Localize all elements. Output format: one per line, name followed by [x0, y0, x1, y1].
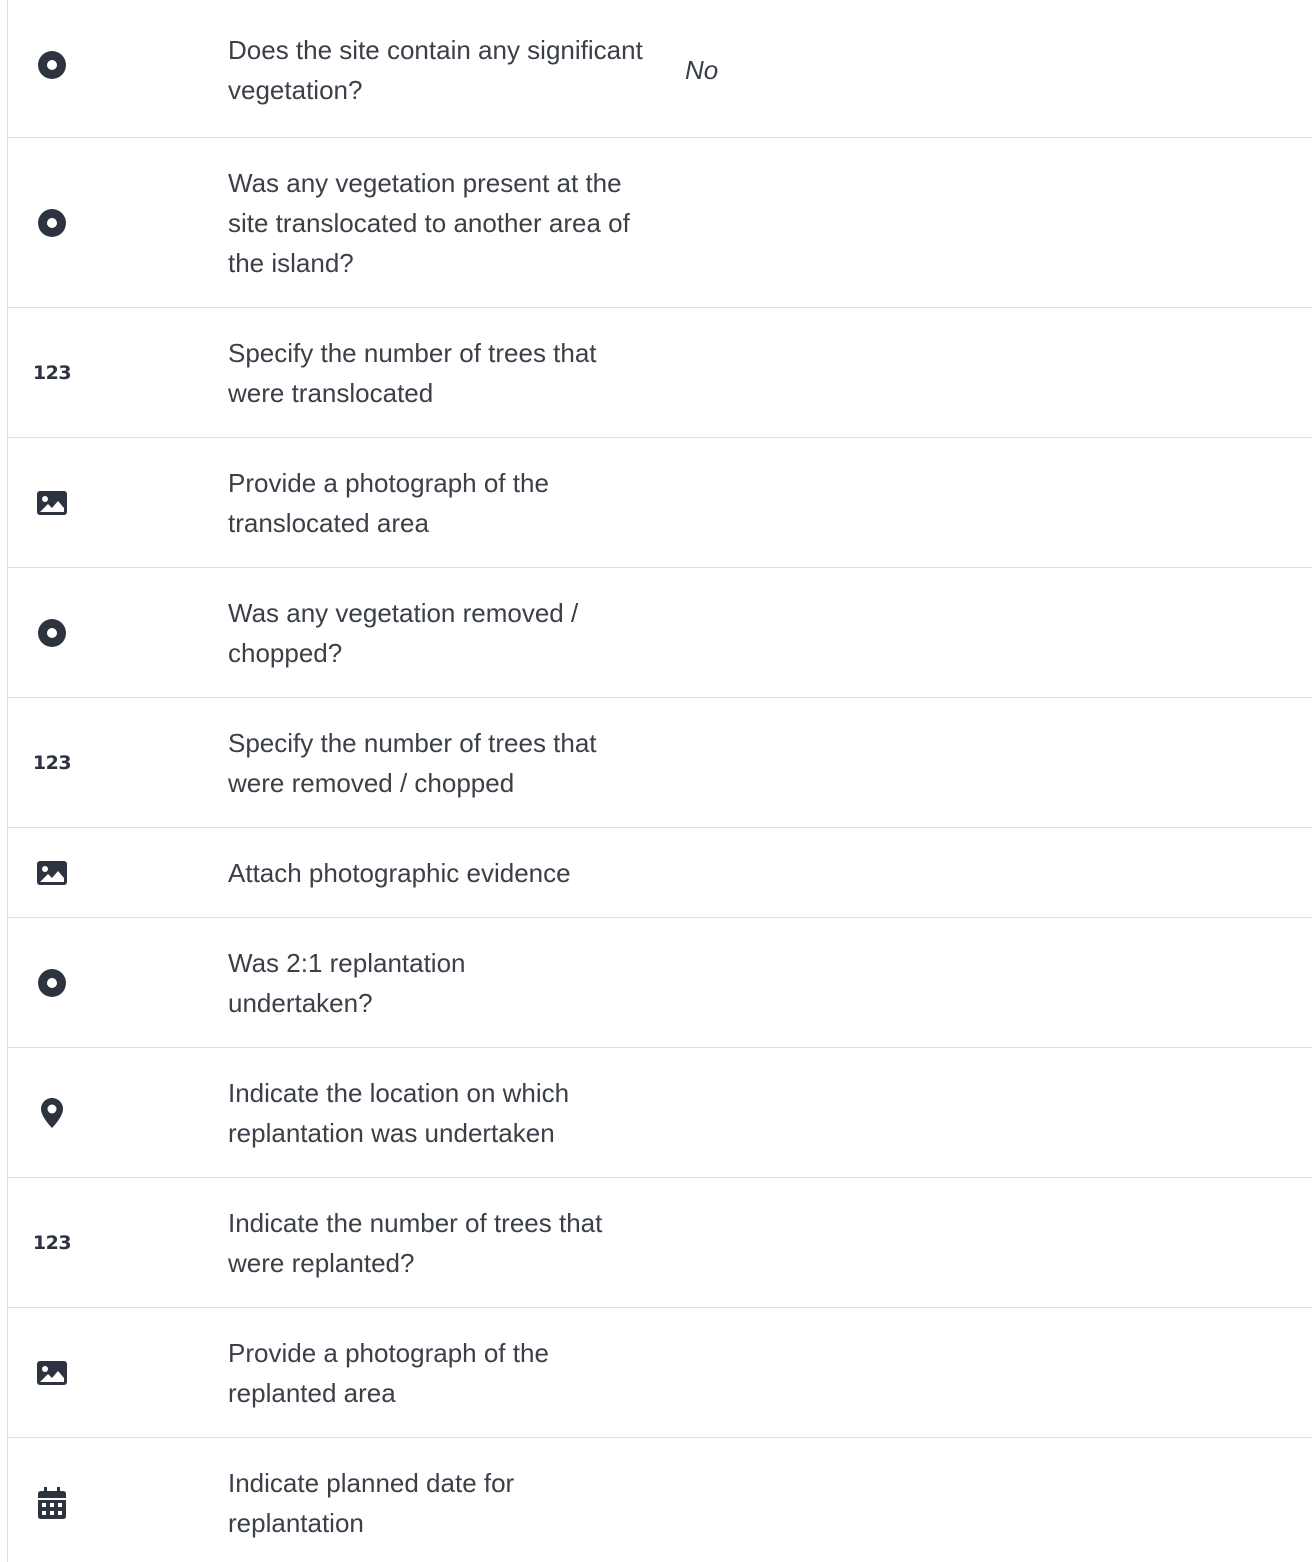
image-icon	[8, 1360, 96, 1386]
question-text: Was any vegetation present at the site t…	[228, 168, 630, 278]
table-row: 123 Specify the number of trees that wer…	[8, 698, 1312, 828]
question-text: Specify the number of trees that were re…	[228, 728, 597, 798]
table-row: Was 2:1 replantation undertaken?	[8, 918, 1312, 1048]
question-text: Does the site contain any significant ve…	[228, 35, 643, 105]
table-row: Does the site contain any significant ve…	[8, 0, 1312, 138]
table-row: 123 Specify the number of trees that wer…	[8, 308, 1312, 438]
question-text: Provide a photograph of the replanted ar…	[228, 1338, 549, 1408]
image-icon	[8, 860, 96, 886]
map-pin-icon	[8, 1097, 96, 1129]
question-text: Indicate the number of trees that were r…	[228, 1208, 603, 1278]
table-row: Provide a photograph of the replanted ar…	[8, 1308, 1312, 1438]
radio-icon	[8, 208, 96, 238]
submission-table: Does the site contain any significant ve…	[8, 0, 1312, 1562]
radio-icon	[8, 50, 96, 80]
table-row: Indicate the location on which replantat…	[8, 1048, 1312, 1178]
table-row: Was any vegetation present at the site t…	[8, 138, 1312, 308]
question-text: Provide a photograph of the translocated…	[228, 468, 549, 538]
image-icon	[8, 490, 96, 516]
calendar-icon	[8, 1487, 96, 1519]
question-text: Was any vegetation removed / chopped?	[228, 598, 579, 668]
answer-value: No	[685, 55, 719, 85]
number-icon: 123	[32, 751, 72, 774]
question-text: Indicate planned date for replantation	[228, 1468, 515, 1538]
table-row: Attach photographic evidence	[8, 828, 1312, 918]
question-text: Specify the number of trees that were tr…	[228, 338, 597, 408]
radio-icon	[8, 968, 96, 998]
number-icon: 123	[32, 1231, 72, 1254]
question-text: Attach photographic evidence	[228, 858, 571, 888]
table-row: Indicate planned date for replantation	[8, 1438, 1312, 1562]
number-icon: 123	[32, 361, 72, 384]
table-row: Provide a photograph of the translocated…	[8, 438, 1312, 568]
radio-icon	[8, 618, 96, 648]
question-text: Was 2:1 replantation undertaken?	[228, 948, 466, 1018]
table-row: Was any vegetation removed / chopped?	[8, 568, 1312, 698]
table-row: 123 Indicate the number of trees that we…	[8, 1178, 1312, 1308]
question-text: Indicate the location on which replantat…	[228, 1078, 570, 1148]
